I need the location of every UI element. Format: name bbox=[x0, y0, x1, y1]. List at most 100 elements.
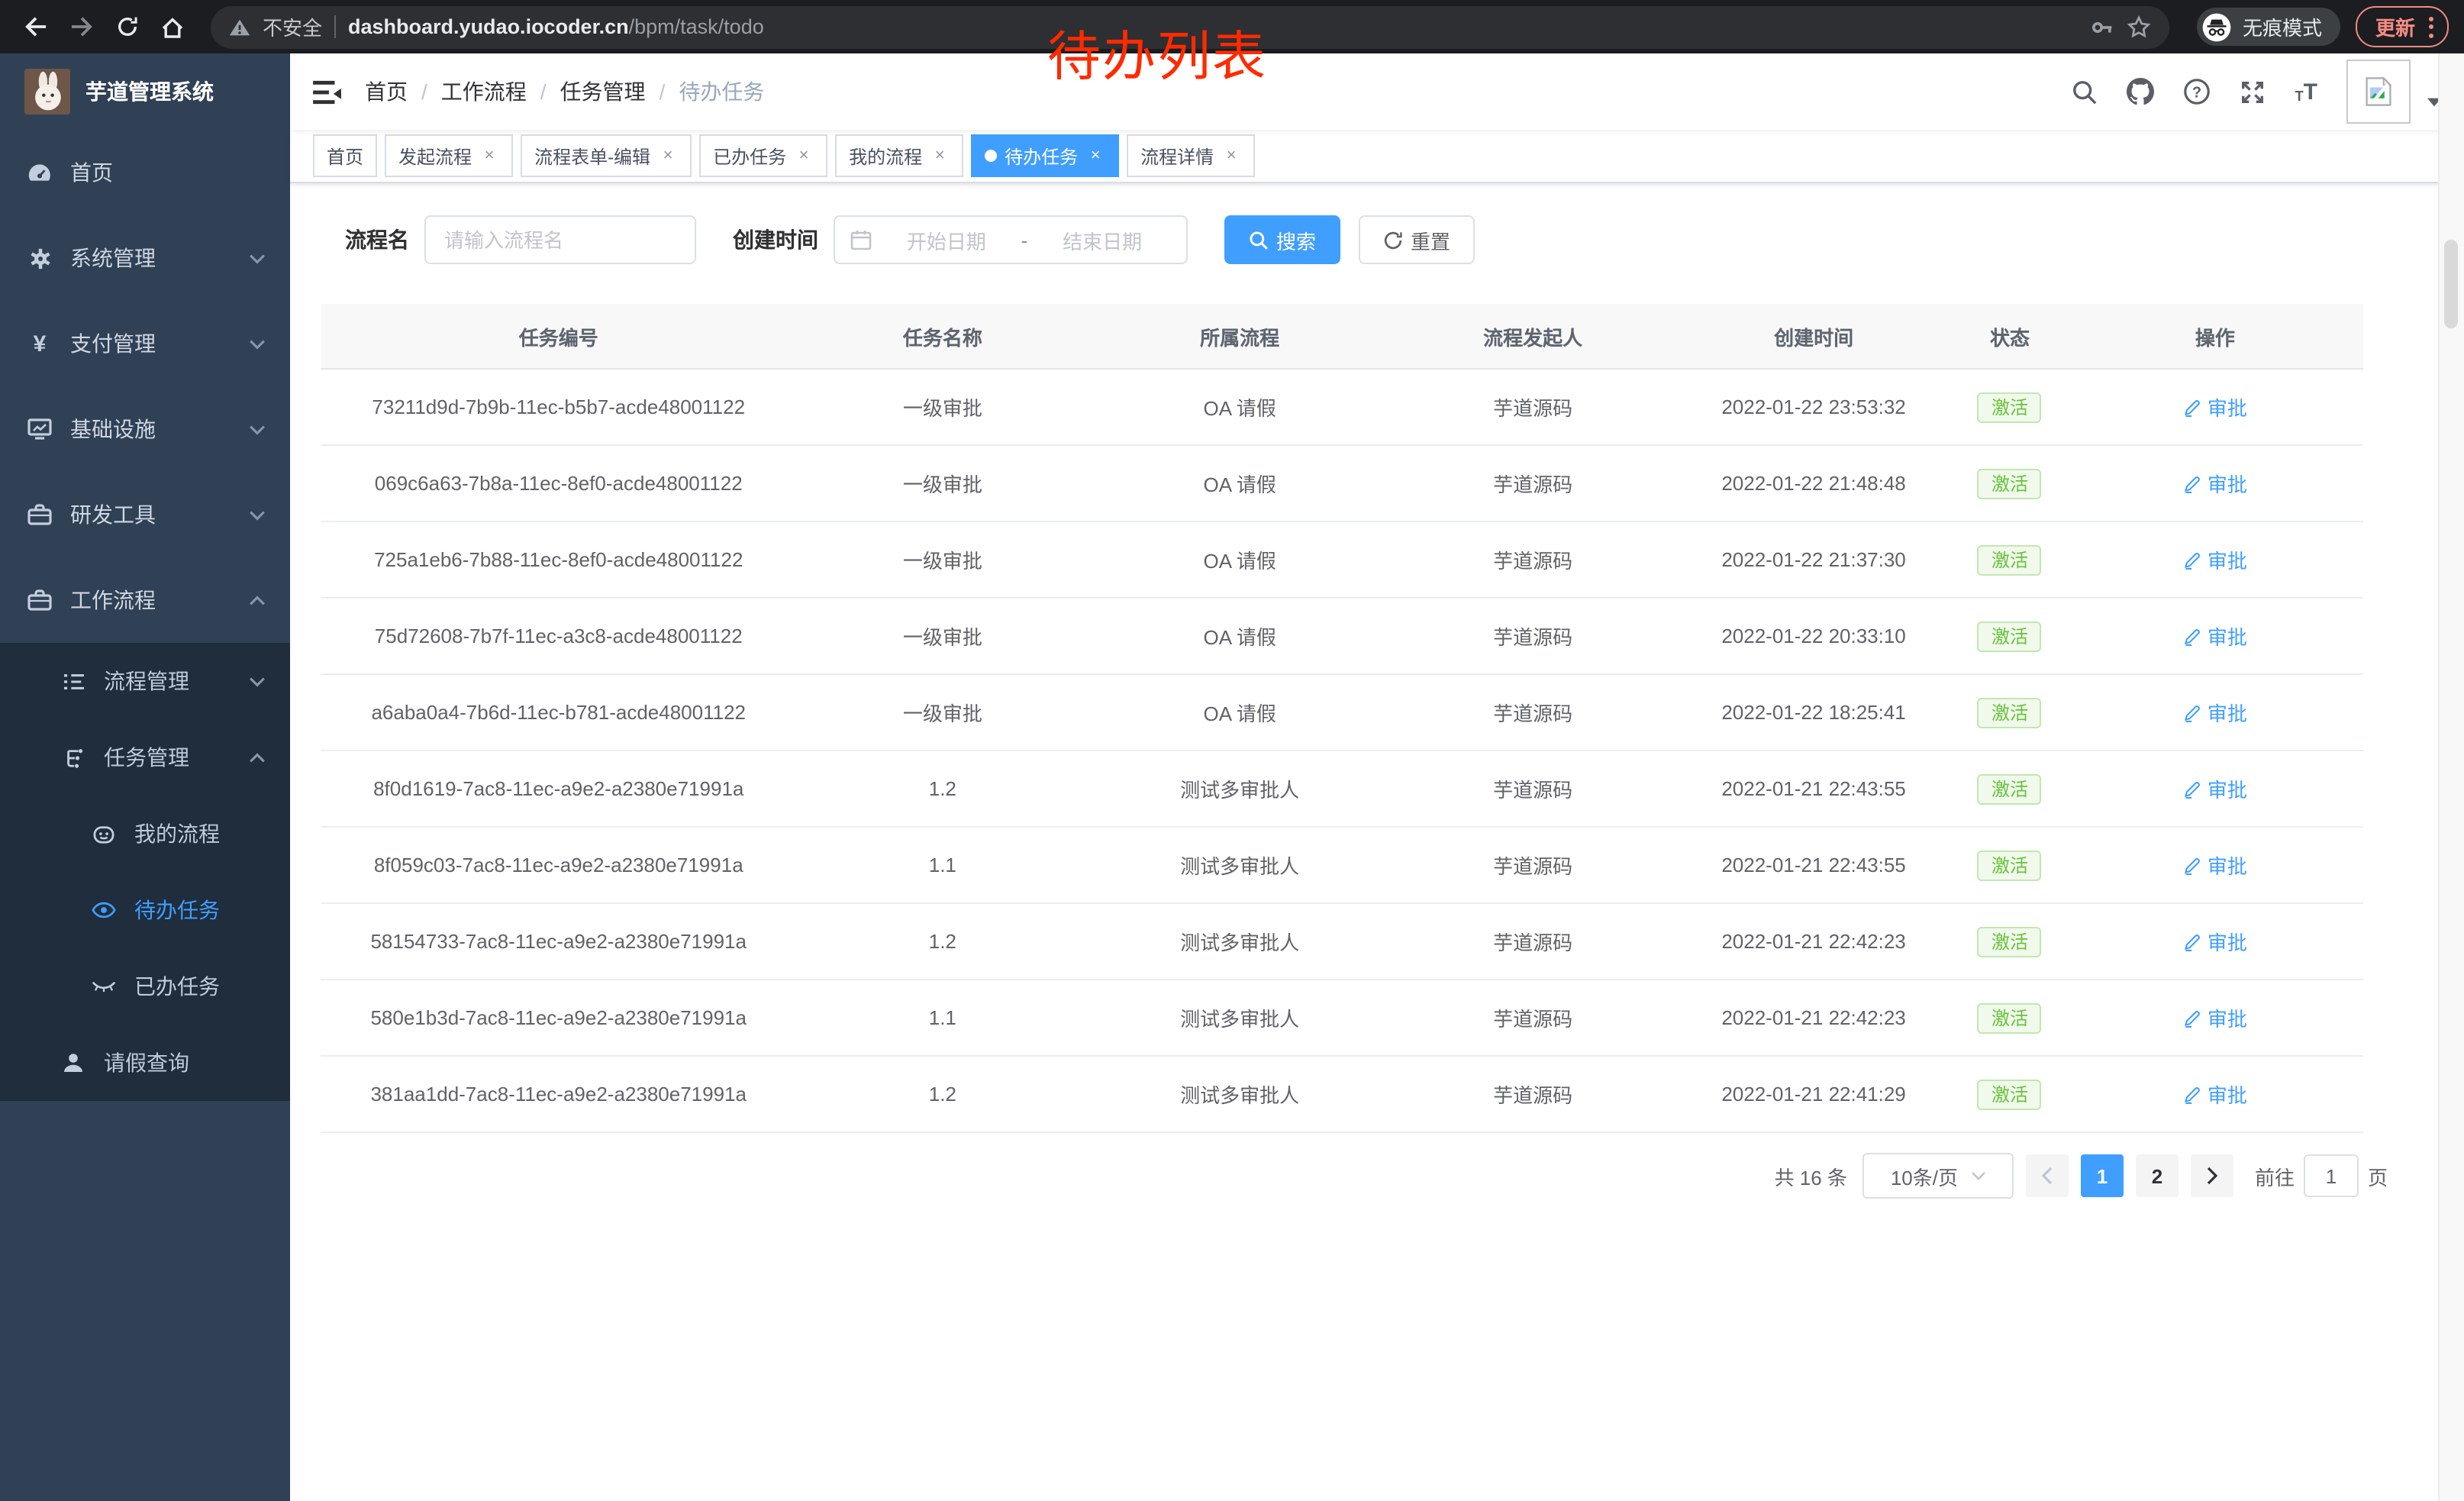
close-icon[interactable]: × bbox=[1221, 146, 1241, 166]
approve-link[interactable]: 审批 bbox=[2183, 1003, 2247, 1032]
close-icon[interactable]: × bbox=[479, 146, 499, 166]
scrollbar-thumb[interactable] bbox=[2444, 240, 2458, 328]
cell-created: 2022-01-22 23:53:32 bbox=[1675, 369, 1953, 445]
table-row: 069c6a63-7b8a-11ec-8ef0-acde48001122 一级审… bbox=[321, 445, 2363, 521]
breadcrumb: 首页 / 工作流程 / 任务管理 / 待办任务 bbox=[365, 76, 764, 107]
chevron-up-icon bbox=[249, 752, 266, 763]
cell-task-id: a6aba0a4-7b6d-11ec-b781-acde48001122 bbox=[321, 674, 797, 750]
page-size-select[interactable]: 10条/页 bbox=[1863, 1153, 2014, 1199]
tab-label: 待办任务 bbox=[1005, 143, 1078, 169]
approve-label: 审批 bbox=[2208, 1003, 2247, 1032]
breadcrumb-home[interactable]: 首页 bbox=[365, 76, 408, 107]
close-icon[interactable]: × bbox=[658, 146, 678, 166]
cell-starter: 芋道源码 bbox=[1391, 598, 1675, 674]
sidebar-item-devtools[interactable]: 研发工具 bbox=[0, 472, 290, 557]
sidebar-item-label: 研发工具 bbox=[70, 499, 249, 530]
forward-icon[interactable] bbox=[61, 7, 101, 47]
reset-button[interactable]: 重置 bbox=[1359, 215, 1475, 264]
password-key-icon[interactable] bbox=[2090, 15, 2114, 39]
sidebar-item-workflow[interactable]: 工作流程 bbox=[0, 557, 290, 643]
table-row: 75d72608-7b7f-11ec-a3c8-acde48001122 一级审… bbox=[321, 598, 2363, 674]
sidebar-item-system[interactable]: 系统管理 bbox=[0, 215, 290, 301]
approve-link[interactable]: 审批 bbox=[2183, 545, 2247, 574]
close-icon[interactable]: × bbox=[930, 146, 950, 166]
kebab-menu-icon[interactable] bbox=[2429, 16, 2433, 37]
sidebar-item-todo-tasks[interactable]: 待办任务 bbox=[0, 872, 290, 948]
close-icon[interactable]: × bbox=[794, 146, 814, 166]
reset-button-label: 重置 bbox=[1411, 225, 1450, 254]
sidebar-item-payment[interactable]: ¥ 支付管理 bbox=[0, 301, 290, 386]
update-menu-button[interactable]: 更新 bbox=[2356, 6, 2449, 47]
eye-closed-icon bbox=[92, 974, 116, 999]
security-label[interactable]: 不安全 bbox=[263, 12, 322, 41]
cell-process: 测试多审批人 bbox=[1088, 750, 1391, 827]
tab-form-edit[interactable]: 流程表单-编辑× bbox=[521, 134, 692, 177]
logo-row[interactable]: 芋道管理系统 bbox=[0, 53, 290, 130]
fullscreen-icon[interactable] bbox=[2240, 79, 2266, 105]
page-2-button[interactable]: 2 bbox=[2136, 1154, 2179, 1197]
github-icon[interactable] bbox=[2127, 78, 2155, 105]
cell-process: OA 请假 bbox=[1088, 598, 1391, 674]
status-badge: 激活 bbox=[1978, 468, 2042, 499]
approve-link[interactable]: 审批 bbox=[2183, 851, 2247, 880]
sidebar-item-process-mgmt[interactable]: 流程管理 bbox=[0, 643, 290, 719]
annotation-overlay: 待办列表 bbox=[1047, 14, 1267, 92]
avatar[interactable] bbox=[2346, 60, 2411, 124]
next-page-button[interactable] bbox=[2191, 1154, 2233, 1197]
gear-icon bbox=[27, 246, 52, 270]
sidebar-item-label: 工作流程 bbox=[70, 585, 249, 615]
goto-page-input[interactable] bbox=[2304, 1154, 2359, 1197]
sidebar-item-done-tasks[interactable]: 已办任务 bbox=[0, 948, 290, 1025]
sidebar-item-task-mgmt[interactable]: 任务管理 bbox=[0, 719, 290, 796]
sidebar-item-leave-query[interactable]: 请假查询 bbox=[0, 1025, 290, 1101]
yen-icon: ¥ bbox=[27, 331, 52, 356]
status-badge: 激活 bbox=[1978, 621, 2042, 651]
tab-todo-tasks[interactable]: 待办任务 × bbox=[971, 134, 1119, 177]
cell-task-name: 1.1 bbox=[797, 827, 1089, 903]
app-title: 芋道管理系统 bbox=[85, 76, 214, 107]
sidebar-item-my-process[interactable]: 我的流程 bbox=[0, 796, 290, 872]
status-badge: 激活 bbox=[1978, 773, 2042, 804]
approve-link[interactable]: 审批 bbox=[2183, 392, 2247, 421]
cell-task-id: 58154733-7ac8-11ec-a9e2-a2380e71991a bbox=[321, 903, 797, 980]
breadcrumb-task-mgmt[interactable]: 任务管理 bbox=[560, 76, 646, 107]
approve-link[interactable]: 审批 bbox=[2183, 469, 2247, 498]
table-row: 8f059c03-7ac8-11ec-a9e2-a2380e71991a 1.1… bbox=[321, 827, 2363, 903]
help-icon[interactable]: ? bbox=[2184, 78, 2211, 105]
approve-link[interactable]: 审批 bbox=[2183, 698, 2247, 727]
close-icon[interactable]: × bbox=[1085, 146, 1105, 166]
font-size-icon[interactable]: TT bbox=[2295, 80, 2317, 103]
tab-process-detail[interactable]: 流程详情× bbox=[1127, 134, 1255, 177]
cell-process: OA 请假 bbox=[1088, 369, 1391, 445]
approve-label: 审批 bbox=[2208, 621, 2247, 650]
cell-starter: 芋道源码 bbox=[1391, 1056, 1675, 1132]
back-icon[interactable] bbox=[15, 7, 55, 47]
sidebar-fold-icon[interactable] bbox=[313, 79, 342, 105]
approve-link[interactable]: 审批 bbox=[2183, 621, 2247, 650]
cell-created: 2022-01-22 18:25:41 bbox=[1675, 674, 1953, 750]
breadcrumb-separator: / bbox=[421, 79, 427, 104]
search-button[interactable]: 搜索 bbox=[1224, 215, 1340, 264]
home-icon[interactable] bbox=[153, 7, 192, 47]
tab-done-tasks[interactable]: 已办任务× bbox=[699, 134, 827, 177]
tab-my-process[interactable]: 我的流程× bbox=[835, 134, 963, 177]
sidebar-item-home[interactable]: 首页 bbox=[0, 130, 290, 215]
approve-link[interactable]: 审批 bbox=[2183, 927, 2247, 956]
approve-link[interactable]: 审批 bbox=[2183, 1080, 2247, 1109]
bookmark-star-icon[interactable] bbox=[2127, 15, 2151, 39]
cell-task-id: 725a1eb6-7b88-11ec-8ef0-acde48001122 bbox=[321, 521, 797, 598]
prev-page-button[interactable] bbox=[2026, 1154, 2069, 1197]
date-range-picker[interactable]: 开始日期 - 结束日期 bbox=[834, 215, 1188, 264]
page-1-button[interactable]: 1 bbox=[2081, 1154, 2124, 1197]
search-icon[interactable] bbox=[2072, 79, 2098, 105]
tab-start-process[interactable]: 发起流程× bbox=[385, 134, 513, 177]
window-scrollbar[interactable] bbox=[2438, 53, 2464, 1501]
status-badge: 激活 bbox=[1978, 697, 2042, 728]
sidebar-item-infra[interactable]: 基础设施 bbox=[0, 386, 290, 472]
reload-icon[interactable] bbox=[107, 7, 147, 47]
page-unit-label: 页 bbox=[2368, 1161, 2388, 1190]
tab-home[interactable]: 首页 bbox=[313, 134, 377, 177]
approve-link[interactable]: 审批 bbox=[2183, 774, 2247, 803]
breadcrumb-workflow[interactable]: 工作流程 bbox=[441, 76, 527, 107]
process-name-input[interactable] bbox=[424, 215, 696, 264]
